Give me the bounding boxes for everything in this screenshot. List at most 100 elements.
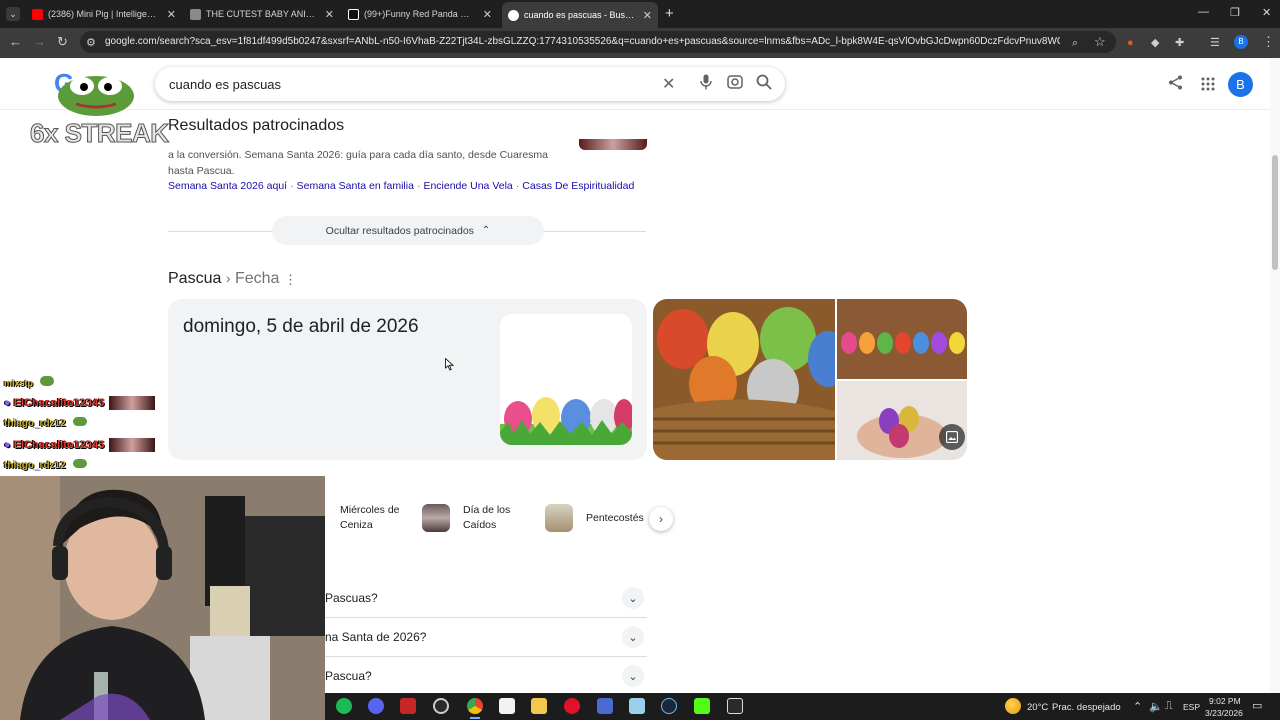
google-icon [508, 9, 519, 21]
weather-desc[interactable]: Prac. despejado [1052, 702, 1121, 713]
clock-date[interactable]: 3/23/2026 [1205, 708, 1243, 718]
image-gallery-icon[interactable] [939, 424, 965, 450]
speedometer-icon[interactable] [433, 698, 449, 714]
answer-date: domingo, 5 de abril de 2026 [183, 316, 419, 337]
separator: · [515, 180, 520, 192]
zoom-icon[interactable]: ⌕ [1072, 35, 1078, 51]
more-options-icon[interactable]: ⋮ [284, 272, 297, 288]
ad-sitelinks: Semana Santa 2026 aquí · Semana Santa en f… [168, 180, 634, 192]
hide-sponsored-button[interactable]: Ocultar resultados patrocinados ⌃ [272, 216, 544, 245]
profile-avatar[interactable]: B [1234, 35, 1248, 49]
app-icon[interactable] [597, 698, 613, 714]
separator: · [416, 180, 421, 192]
close-tab-icon[interactable]: ✕ [325, 8, 334, 21]
file-explorer-icon[interactable] [531, 698, 547, 714]
answer-breadcrumb: Pascua › Fecha [168, 270, 279, 288]
streak-counter: 6x STREAK [30, 118, 170, 149]
clock-time[interactable]: 9:02 PM [1209, 696, 1241, 706]
minimize-icon[interactable]: — [1198, 6, 1209, 18]
tab-search-icon[interactable]: ⌄ [6, 7, 20, 21]
reading-list-icon[interactable]: ☰ [1210, 35, 1220, 51]
obs-studio-icon[interactable] [400, 698, 416, 714]
google-profile-avatar[interactable]: B [1228, 72, 1253, 97]
voice-search-icon[interactable] [700, 74, 712, 95]
related-thumbnail[interactable] [422, 504, 450, 532]
browser-tab-mini-pig[interactable]: (2386) Mini Pig | Intelligent Littl ✕ [26, 3, 182, 25]
lens-search-icon[interactable] [727, 74, 743, 95]
browser-tab-baby-animal[interactable]: THE CUTEST BABY ANIMAL Bra ✕ [184, 3, 340, 25]
faq-question[interactable]: Pascua? [325, 669, 372, 683]
breadcrumb-separator: › [225, 270, 231, 286]
ad-sitelink[interactable]: Enciende Una Vela [423, 180, 512, 192]
easter-eggs-row-image[interactable] [837, 299, 967, 379]
opera-icon[interactable] [564, 698, 580, 714]
chat-username: mixstp [4, 378, 34, 388]
answer-entity[interactable]: Pascua [168, 270, 221, 287]
network-icon[interactable]: ⎍ [1165, 700, 1173, 713]
chevron-down-icon[interactable]: ⌄ [622, 626, 644, 648]
chrome-icon[interactable] [467, 698, 483, 714]
language-indicator[interactable]: ESP [1183, 702, 1200, 712]
back-icon[interactable]: ← [9, 34, 22, 50]
apps-grid-icon[interactable] [1201, 77, 1215, 96]
discord-icon[interactable] [368, 698, 384, 714]
search-input[interactable]: cuando es pascuas [169, 77, 281, 92]
kick-icon[interactable] [694, 698, 710, 714]
sponsored-results-heading: Resultados patrocinados [168, 117, 345, 134]
related-miercoles-de-ceniza[interactable]: Miércoles de Ceniza [340, 503, 410, 533]
steam-icon[interactable] [661, 698, 677, 714]
weather-temp[interactable]: 20°C [1027, 702, 1048, 713]
epic-games-icon[interactable] [727, 698, 743, 714]
related-thumbnail[interactable] [545, 504, 573, 532]
menu-kebab-icon[interactable]: ⋮ [1262, 34, 1275, 50]
spotify-icon[interactable] [336, 698, 352, 714]
extension-icon[interactable]: ◆ [1151, 35, 1159, 51]
tab-title: cuando es pascuas - Buscar con [524, 10, 637, 20]
puzzle-icon[interactable]: ✚ [1175, 35, 1184, 51]
notification-icon[interactable]: ▭ [1252, 699, 1262, 712]
weather-icon [1005, 698, 1021, 714]
easter-basket-image[interactable] [653, 299, 835, 460]
related-dia-de-los-caidos[interactable]: Día de los Caídos [463, 503, 523, 533]
bookmark-star-icon[interactable]: ☆ [1094, 34, 1106, 50]
faq-question[interactable]: na Santa de 2026? [325, 630, 426, 644]
related-pentecostes[interactable]: Pentecostés [586, 511, 644, 526]
chat-emote [72, 459, 87, 468]
browser-tab-google-search[interactable]: cuando es pascuas - Buscar con ✕ [502, 2, 658, 28]
chat-emote [109, 438, 156, 452]
reload-icon[interactable]: ↻ [57, 34, 68, 50]
site-info-icon[interactable]: ⚙ [86, 35, 96, 51]
clear-search-icon[interactable]: ✕ [662, 74, 675, 94]
url-text[interactable]: google.com/search?sca_esv=1f81df499d5b02… [105, 36, 1060, 47]
scrollbar-track[interactable] [1270, 58, 1280, 693]
faq-question[interactable]: Pascuas? [325, 591, 378, 605]
chevron-down-icon[interactable]: ⌄ [622, 665, 644, 687]
share-icon[interactable] [1168, 75, 1183, 95]
ad-thumbnail[interactable] [579, 139, 647, 150]
maximize-icon[interactable]: ❐ [1230, 6, 1240, 19]
tab-title: THE CUTEST BABY ANIMAL Bra [206, 9, 319, 19]
close-tab-icon[interactable]: ✕ [167, 8, 176, 21]
notes-icon[interactable] [629, 698, 645, 714]
media-app-icon[interactable] [499, 698, 515, 714]
chevron-down-icon[interactable]: ⌄ [622, 587, 644, 609]
extension-fox-icon[interactable]: ● [1127, 35, 1134, 51]
forward-icon[interactable]: → [33, 34, 46, 50]
ad-sitelink[interactable]: Semana Santa 2026 aquí [168, 180, 287, 192]
speaker-icon[interactable]: 🔈 [1149, 700, 1163, 713]
chat-username: thiago_rdz12 [4, 460, 66, 471]
easter-eggs-thumbnail[interactable] [500, 314, 632, 445]
chat-message: ● ElChacalito12345 [4, 438, 156, 452]
ad-sitelink[interactable]: Semana Santa en familia [297, 180, 414, 192]
close-tab-icon[interactable]: ✕ [483, 8, 492, 21]
chevron-right-icon[interactable]: › [649, 507, 673, 531]
scrollbar-thumb[interactable] [1272, 155, 1278, 270]
chevron-up-icon: ⌃ [481, 225, 491, 236]
browser-tab-red-panda[interactable]: (99+)Funny Red Panda Momen ✕ [342, 3, 498, 25]
ad-sitelink[interactable]: Casas De Espiritualidad [522, 180, 634, 192]
close-tab-icon[interactable]: ✕ [643, 9, 652, 22]
tray-chevron-up-icon[interactable]: ⌃ [1133, 700, 1142, 713]
close-window-icon[interactable]: ✕ [1262, 6, 1271, 19]
search-icon[interactable] [756, 74, 772, 95]
new-tab-button[interactable]: + [665, 5, 674, 22]
